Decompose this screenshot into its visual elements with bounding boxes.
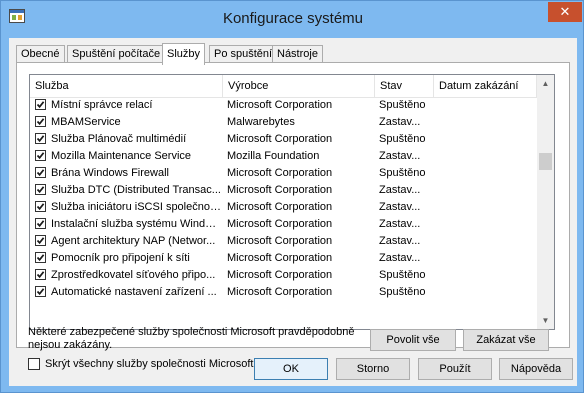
service-status: Spuštěno [379, 269, 426, 281]
help-button[interactable]: Nápověda [499, 358, 573, 380]
close-button[interactable]: ✕ [548, 2, 582, 22]
scroll-down-icon[interactable]: ▼ [537, 312, 554, 329]
scroll-up-icon[interactable]: ▲ [537, 75, 554, 92]
column-header-status[interactable]: Stav [375, 75, 434, 97]
dialog-window: Konfigurace systému ✕ Obecné Spuštění po… [0, 0, 584, 393]
service-status: Spuštěno [379, 167, 426, 179]
ok-button[interactable]: OK [254, 358, 328, 380]
vertical-scrollbar[interactable]: ▲ ▼ [537, 75, 554, 329]
service-vendor: Mozilla Foundation [227, 150, 320, 162]
service-vendor: Microsoft Corporation [227, 133, 333, 145]
service-vendor: Malwarebytes [227, 116, 295, 128]
service-checkbox[interactable] [35, 286, 46, 297]
tab-tools[interactable]: Nástroje [272, 45, 323, 63]
service-checkbox[interactable] [35, 116, 46, 127]
service-status: Spuštěno [379, 133, 426, 145]
service-name: MBAMService [51, 116, 121, 128]
tab-startup[interactable]: Po spuštění [209, 45, 278, 63]
table-row[interactable]: Místní správce relací Microsoft Corporati… [30, 97, 537, 114]
tab-boot[interactable]: Spuštění počítače [67, 45, 166, 63]
column-header-service[interactable]: Služba [30, 75, 223, 97]
service-vendor: Microsoft Corporation [227, 99, 333, 111]
table-row[interactable]: Brána Windows Firewall Microsoft Corporat… [30, 165, 537, 182]
hide-microsoft-services-label: Skrýt všechny služby společnosti Microso… [45, 358, 254, 370]
service-checkbox[interactable] [35, 150, 46, 161]
service-name: Pomocník pro připojení k síti [51, 252, 190, 264]
table-row[interactable]: Pomocník pro připojení k síti Microsoft C… [30, 250, 537, 267]
service-status: Zastav... [379, 235, 421, 247]
services-list[interactable]: Služba Výrobce Stav Datum zakázání Místn… [29, 74, 555, 330]
service-status: Zastav... [379, 252, 421, 264]
services-tab-panel: Služba Výrobce Stav Datum zakázání Místn… [16, 62, 570, 370]
service-name: Místní správce relací [51, 99, 153, 111]
service-checkbox[interactable] [35, 201, 46, 212]
column-header-disabled-date[interactable]: Datum zakázání [434, 75, 537, 97]
service-vendor: Microsoft Corporation [227, 184, 333, 196]
service-status: Spuštěno [379, 99, 426, 111]
service-checkbox[interactable] [35, 269, 46, 280]
cancel-button[interactable]: Storno [336, 358, 410, 380]
service-name: Služba Plánovač multimédií [51, 133, 187, 145]
service-status: Zastav... [379, 150, 421, 162]
service-checkbox[interactable] [35, 167, 46, 178]
service-name: Agent architektury NAP (Networ... [51, 235, 216, 247]
table-row[interactable]: Služba Plánovač multimédií Microsoft Corp… [30, 131, 537, 148]
service-status: Zastav... [379, 201, 421, 213]
service-checkbox[interactable] [35, 99, 46, 110]
table-row[interactable]: Agent architektury NAP (Networ... Microso… [30, 233, 537, 250]
tab-general[interactable]: Obecné [16, 45, 65, 63]
service-status: Zastav... [379, 184, 421, 196]
protected-services-note: Některé zabezpečené služby společnosti M… [28, 326, 355, 351]
tab-services[interactable]: Služby [162, 43, 206, 65]
service-status: Zastav... [379, 218, 421, 230]
service-checkbox[interactable] [35, 133, 46, 144]
scroll-thumb[interactable] [539, 152, 552, 170]
table-row[interactable]: Mozilla Maintenance Service Mozilla Found… [30, 148, 537, 165]
service-vendor: Microsoft Corporation [227, 252, 333, 264]
dialog-client-area: Obecné Spuštění počítače Služby Po spušt… [9, 38, 577, 386]
disable-all-button[interactable]: Zakázat vše [463, 329, 549, 351]
table-row[interactable]: Služba iniciátoru iSCSI společnos... Micr… [30, 199, 537, 216]
enable-all-button[interactable]: Povolit vše [370, 329, 456, 351]
service-vendor: Microsoft Corporation [227, 201, 333, 213]
title-bar[interactable]: Konfigurace systému ✕ [1, 1, 584, 37]
service-vendor: Microsoft Corporation [227, 235, 333, 247]
table-row[interactable]: Zprostředkovatel síťového připo... Micros… [30, 267, 537, 284]
service-vendor: Microsoft Corporation [227, 218, 333, 230]
service-name: Automatické nastavení zařízení ... [51, 286, 217, 298]
service-status: Spuštěno [379, 286, 426, 298]
list-header: Služba Výrobce Stav Datum zakázání [30, 75, 537, 98]
apply-button[interactable]: Použít [418, 358, 492, 380]
service-name: Služba DTC (Distributed Transac... [51, 184, 221, 196]
service-vendor: Microsoft Corporation [227, 269, 333, 281]
service-name: Zprostředkovatel síťového připo... [51, 269, 216, 281]
table-row[interactable]: Instalační služba systému Windows Microso… [30, 216, 537, 233]
service-name: Brána Windows Firewall [51, 167, 169, 179]
service-checkbox[interactable] [35, 235, 46, 246]
service-name: Mozilla Maintenance Service [51, 150, 192, 162]
service-vendor: Microsoft Corporation [227, 167, 333, 179]
window-title: Konfigurace systému [222, 10, 364, 27]
service-name: Instalační služba systému Windows [51, 218, 222, 230]
checkbox-box[interactable] [28, 358, 40, 370]
table-row[interactable]: MBAMService Malwarebytes Zastav... [30, 114, 537, 131]
column-header-vendor[interactable]: Výrobce [223, 75, 375, 97]
table-row[interactable]: Automatické nastavení zařízení ... Micros… [30, 284, 537, 301]
service-checkbox[interactable] [35, 184, 46, 195]
service-name: Služba iniciátoru iSCSI společnos... [51, 201, 222, 213]
service-vendor: Microsoft Corporation [227, 286, 333, 298]
close-icon: ✕ [559, 4, 571, 19]
table-row[interactable]: Služba DTC (Distributed Transac... Micros… [30, 182, 537, 199]
service-checkbox[interactable] [35, 252, 46, 263]
service-status: Zastav... [379, 116, 421, 128]
service-checkbox[interactable] [35, 218, 46, 229]
